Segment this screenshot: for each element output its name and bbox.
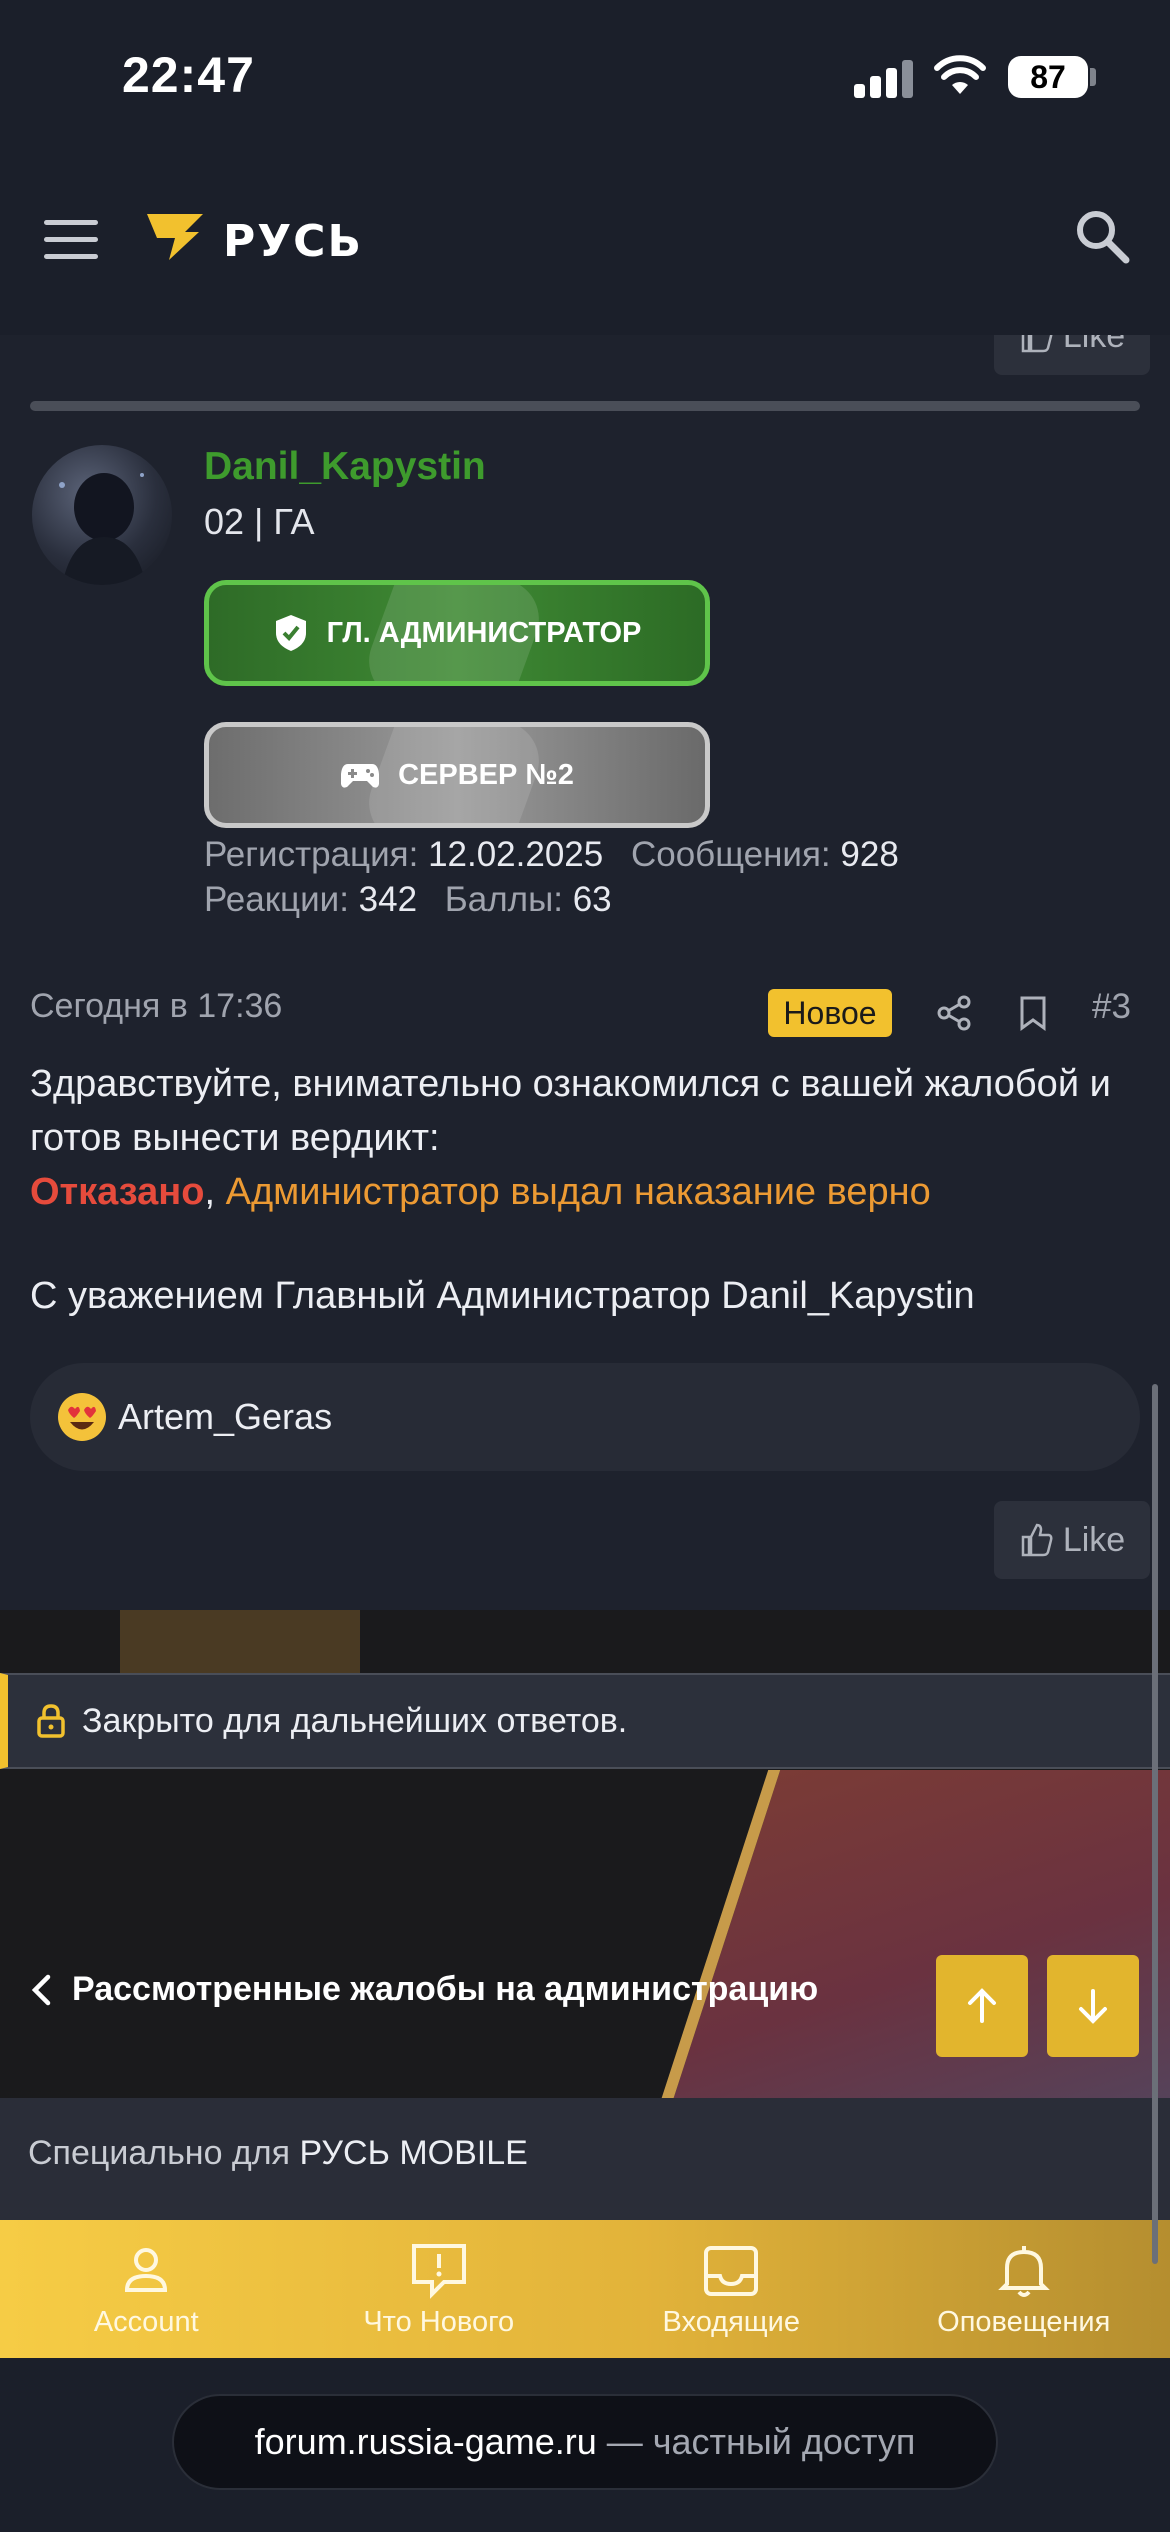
tab-inbox-label: Входящие xyxy=(662,2305,801,2338)
post-divider xyxy=(30,401,1140,411)
status-time: 22:47 xyxy=(122,47,255,103)
registration-label: Регистрация: xyxy=(204,835,419,874)
bell-icon xyxy=(997,2245,1050,2297)
menu-icon[interactable] xyxy=(44,220,98,260)
tab-whats-new[interactable]: Что Нового xyxy=(293,2220,586,2358)
post-signature: С уважением Главный Администратор Danil_… xyxy=(30,1275,975,1317)
chevron-left-icon xyxy=(31,1974,51,2005)
arrow-down-icon xyxy=(1079,1989,1107,2024)
new-badge: Новое xyxy=(768,989,892,1037)
bottom-tab-bar: Account Что Нового Входящие Оповещения xyxy=(0,2220,1170,2358)
breadcrumb-label: Рассмотренные жалобы на администрацию xyxy=(72,1970,819,2008)
like-label: Like xyxy=(1062,1520,1126,1559)
post-date[interactable]: Сегодня в 17:36 xyxy=(30,987,282,1026)
registration-value: 12.02.2025 xyxy=(428,835,604,874)
battery-tip xyxy=(1090,68,1096,86)
like-button-previous[interactable]: Like xyxy=(994,335,1150,375)
bookmark-icon[interactable] xyxy=(1018,995,1048,1031)
scroll-up-button[interactable] xyxy=(936,1955,1028,2057)
post-author[interactable]: Danil_Kapystin xyxy=(204,445,486,489)
reactions-label: Реакции: xyxy=(204,880,349,919)
closed-notice: Закрыто для дальнейших ответов. xyxy=(0,1673,1170,1769)
status-bar: 22:47 87 xyxy=(0,0,1170,150)
thread-content: Like Danil_Kapystin 02 | ГА ГЛ. АДМИНИСТ… xyxy=(0,335,1170,1610)
promo-brand: РУСЬ MOBILE xyxy=(299,2134,528,2172)
user-title: 02 | ГА xyxy=(204,501,315,542)
page: 22:47 87 РУСЬ Like Danil_Kapystin 02 | Г… xyxy=(0,0,1170,2532)
whats-new-icon xyxy=(411,2243,466,2299)
avatar[interactable] xyxy=(32,445,172,585)
gamepad-icon xyxy=(341,764,380,788)
points-label: Баллы: xyxy=(444,880,563,919)
tab-whats-new-label: Что Нового xyxy=(363,2305,515,2338)
tab-account[interactable]: Account xyxy=(0,2220,293,2358)
verdict-refused: Отказано xyxy=(30,1171,205,1213)
scrollbar[interactable] xyxy=(1152,1384,1158,2264)
messages-value: 928 xyxy=(840,835,899,874)
lock-icon xyxy=(37,1704,65,1738)
breadcrumb[interactable]: Рассмотренные жалобы на администрацию xyxy=(30,1970,818,2009)
verdict-comma: , xyxy=(204,1171,216,1213)
shield-check-icon xyxy=(275,615,306,651)
server-badge-label: СЕРВЕР №2 xyxy=(398,758,574,791)
cellular-signal-icon xyxy=(854,58,916,98)
heart-eyes-emoji-icon xyxy=(58,1393,106,1441)
post-text: Здравствуйте, внимательно ознакомился с … xyxy=(30,1063,1111,1159)
like-button[interactable]: Like xyxy=(994,1501,1150,1579)
scroll-down-button[interactable] xyxy=(1047,1955,1139,2057)
thumbs-up-icon xyxy=(1021,335,1053,353)
post-body: Здравствуйте, внимательно ознакомился с … xyxy=(30,1057,1140,1219)
mobile-promo: Специально для РУСЬ MOBILE xyxy=(0,2098,1170,2220)
logo-text: РУСЬ xyxy=(223,216,363,267)
closed-notice-text: Закрыто для дальнейших ответов. xyxy=(82,1701,628,1740)
post-number[interactable]: #3 xyxy=(1092,987,1131,1027)
inbox-icon xyxy=(704,2245,759,2296)
tab-account-label: Account xyxy=(93,2305,199,2338)
url-suffix: — частный доступ xyxy=(606,2421,916,2462)
url-bar[interactable]: forum.russia-game.ru — частный доступ xyxy=(172,2394,998,2490)
tab-inbox[interactable]: Входящие xyxy=(585,2220,878,2358)
user-stats-row-2: Реакции: 342 Баллы: 63 xyxy=(204,880,612,920)
battery-indicator: 87 xyxy=(1008,56,1088,98)
avatar-image xyxy=(59,473,146,585)
url-domain: forum.russia-game.ru xyxy=(254,2421,597,2462)
search-icon[interactable] xyxy=(1072,206,1132,266)
reactions-bar[interactable]: Artem_Geras xyxy=(30,1363,1140,1471)
wifi-icon xyxy=(934,55,986,94)
user-stats-row-1: Регистрация: 12.02.2025 Сообщения: 928 xyxy=(204,835,899,875)
verdict-text: Администратор выдал наказание верно xyxy=(225,1171,931,1213)
server-badge: СЕРВЕР №2 xyxy=(204,722,710,828)
reactions-value: 342 xyxy=(358,880,418,919)
arrow-up-icon xyxy=(968,1988,996,2023)
admin-badge: ГЛ. АДМИНИСТРАТОР xyxy=(204,580,710,686)
site-header: РУСЬ xyxy=(0,150,1170,335)
logo-bolt-icon xyxy=(147,214,203,260)
tab-notifications-label: Оповещения xyxy=(937,2305,1111,2338)
promo-prefix: Специально для xyxy=(28,2134,291,2172)
tab-notifications[interactable]: Оповещения xyxy=(878,2220,1170,2358)
thumbs-up-icon xyxy=(1021,1523,1053,1557)
like-label: Like xyxy=(1062,335,1126,355)
messages-label: Сообщения: xyxy=(630,835,831,874)
reaction-user: Artem_Geras xyxy=(118,1396,333,1437)
person-icon xyxy=(125,2247,168,2292)
points-value: 63 xyxy=(572,880,612,919)
admin-badge-label: ГЛ. АДМИНИСТРАТОР xyxy=(326,616,642,649)
share-icon[interactable] xyxy=(936,995,972,1031)
